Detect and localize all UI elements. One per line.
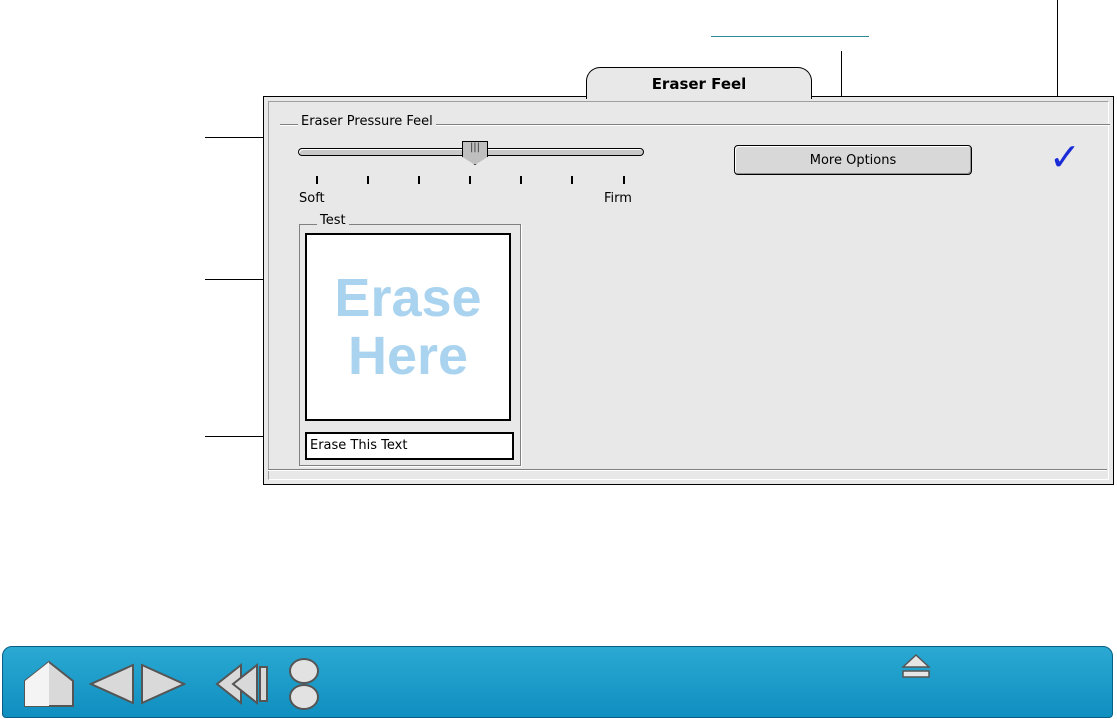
navigation-bar <box>2 646 1113 718</box>
erase-area-line1: Erase <box>334 268 482 328</box>
checkmark-icon: ✓ <box>1049 135 1081 179</box>
previous-page-icon[interactable] <box>89 663 135 705</box>
eject-icon[interactable] <box>901 653 931 681</box>
more-options-button[interactable]: More Options <box>734 145 972 175</box>
erase-area-line2: Here <box>347 326 469 386</box>
slider-tick <box>316 176 318 184</box>
erase-text-field[interactable]: Erase This Text <box>305 432 514 460</box>
panel-bottom-divider <box>268 469 1107 470</box>
tab-eraser-feel[interactable]: Eraser Feel <box>586 67 812 99</box>
contents-index-icon[interactable] <box>287 657 321 713</box>
soft-label: Soft <box>299 191 325 206</box>
eraser-feel-panel: Eraser Pressure Feel ||| Soft Firm More … <box>263 96 1114 485</box>
test-group-title: Test <box>317 213 349 228</box>
pressure-group-title: Eraser Pressure Feel <box>298 114 436 129</box>
slider-tick <box>520 176 522 184</box>
slider-tick <box>623 176 625 184</box>
callout-link-underline <box>711 36 869 37</box>
slider-tick <box>469 176 471 184</box>
back-icon[interactable] <box>215 663 271 705</box>
slider-tick <box>571 176 573 184</box>
home-icon[interactable] <box>22 659 76 709</box>
slider-tick <box>418 176 420 184</box>
erase-test-area[interactable]: Erase Here <box>305 233 511 421</box>
next-page-icon[interactable] <box>140 663 186 705</box>
slider-tick <box>367 176 369 184</box>
firm-label: Firm <box>604 191 632 206</box>
